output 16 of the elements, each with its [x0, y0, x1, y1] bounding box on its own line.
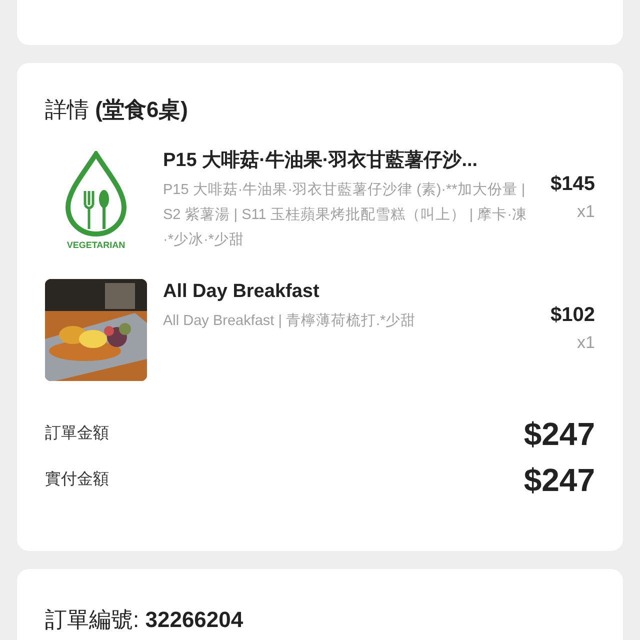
details-heading: 詳情 (堂食6桌)	[45, 96, 190, 124]
total-label: 訂單金額	[45, 424, 109, 444]
item-quantity: x1	[577, 201, 595, 223]
item-title: All Day Breakfast	[163, 280, 320, 304]
total-amount: $247	[524, 461, 595, 500]
item-description: All Day Breakfast | 青檸薄荷梳打.*少甜	[163, 312, 417, 331]
order-number: 訂單編號: 32266204	[45, 607, 244, 632]
total-amount: $247	[524, 415, 595, 454]
item-price: $102	[550, 303, 595, 328]
item-description: P15 大啡菇·牛油果·羽衣甘藍薯仔沙律 (素)·**加大份量 | S2 紫薯湯 | S11 玉桂蘋果烤批配雪糕（叫上） | 摩卡·凍·*少冰·*少甜	[163, 180, 528, 250]
leaf-cutlery-icon	[64, 151, 128, 237]
item-title: P15 大啡菇·牛油果·羽衣甘藍薯仔沙...	[163, 148, 479, 173]
item-quantity: x1	[577, 332, 595, 354]
total-label: 實付金額	[45, 470, 109, 490]
logo-text: VEGETARIAN	[66, 241, 126, 250]
item-price: $145	[550, 172, 595, 197]
